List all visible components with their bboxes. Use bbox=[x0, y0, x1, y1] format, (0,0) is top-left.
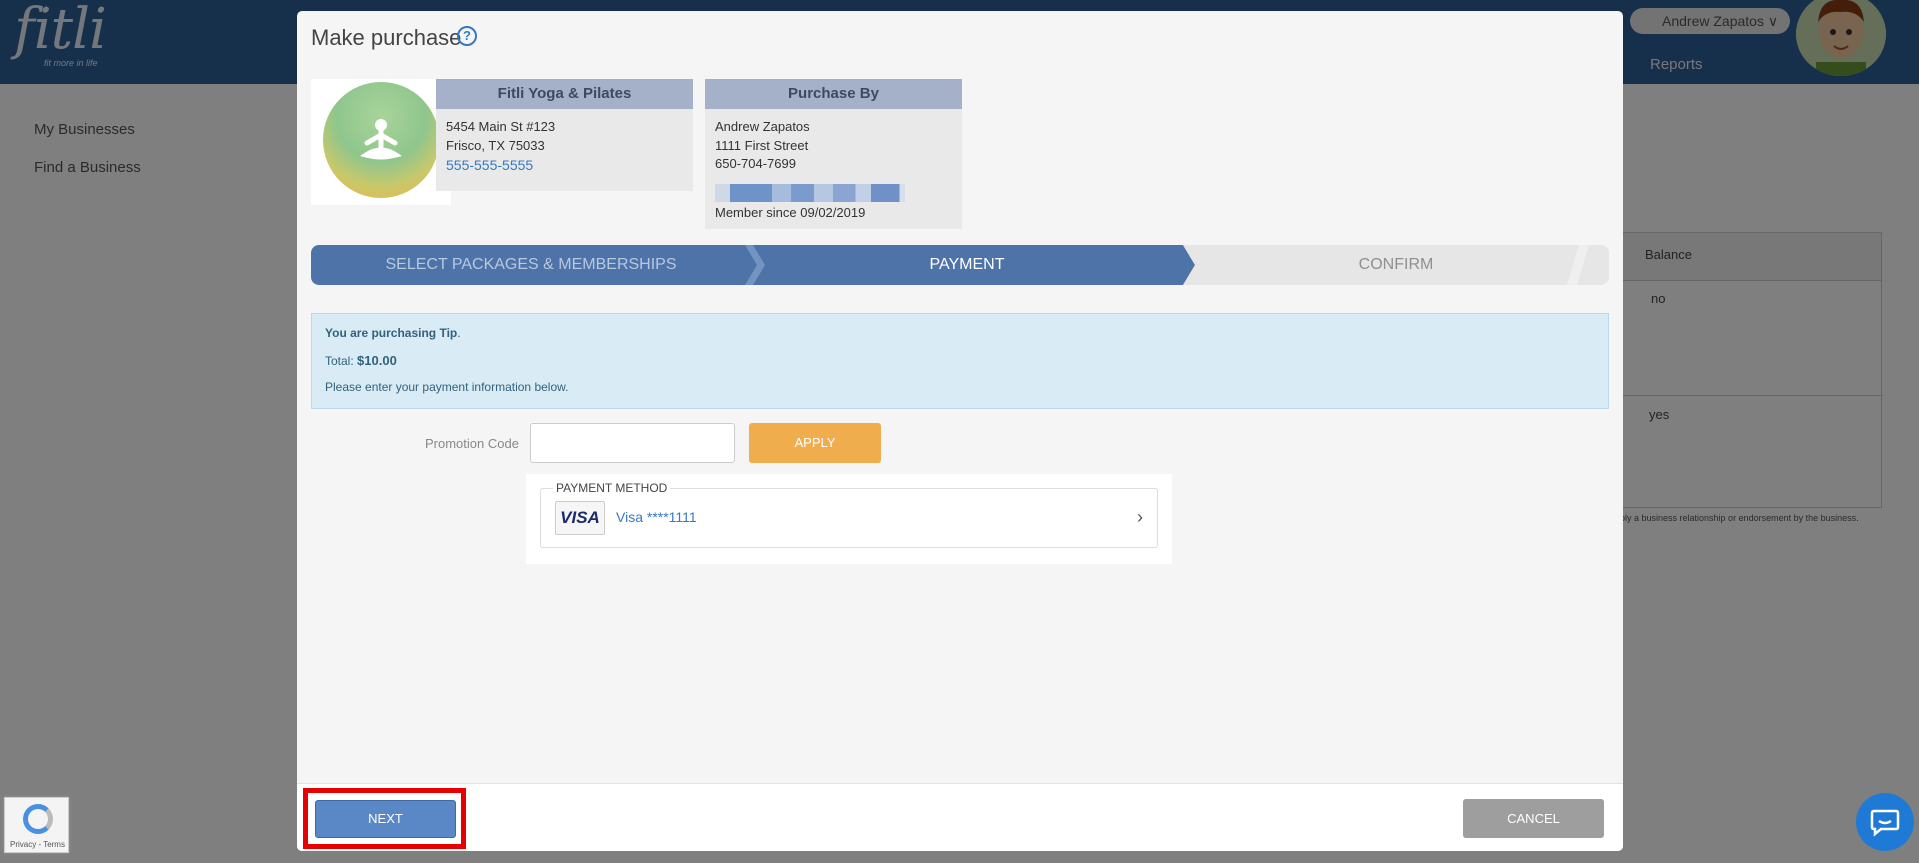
business-address-1: 5454 Main St #123 bbox=[446, 119, 556, 134]
purchasing-prefix: You are purchasing bbox=[325, 326, 437, 340]
total-value: $10.00 bbox=[357, 353, 397, 368]
purchaser-name: Andrew Zapatos bbox=[715, 119, 810, 134]
help-icon[interactable]: ? bbox=[457, 26, 477, 46]
purchase-item: Tip bbox=[439, 326, 458, 340]
cancel-button[interactable]: CANCEL bbox=[1463, 799, 1604, 838]
recaptcha-badge[interactable]: Privacy - Terms bbox=[4, 797, 69, 853]
total-label: Total: bbox=[325, 354, 354, 368]
promo-code-input[interactable] bbox=[530, 423, 735, 463]
make-purchase-modal: Make purchase ? Fitli Yoga & Pilates 545… bbox=[297, 11, 1623, 851]
payment-method-panel: PAYMENT METHOD VISA Visa ****1111 › bbox=[526, 474, 1172, 564]
apply-button[interactable]: APPLY bbox=[749, 423, 881, 463]
purchaser-street: 1111 First Street bbox=[715, 138, 809, 153]
chevron-right-icon[interactable]: › bbox=[1137, 507, 1143, 528]
chat-button[interactable] bbox=[1856, 793, 1914, 851]
promo-code-label: Promotion Code bbox=[425, 436, 519, 451]
card-label: Visa ****1111 bbox=[616, 509, 697, 525]
business-name: Fitli Yoga & Pilates bbox=[436, 79, 693, 109]
purchaser-phone: 650-704-7699 bbox=[715, 156, 796, 171]
business-address-2: Frisco, TX 75033 bbox=[446, 138, 545, 153]
modal-footer: NEXT CANCEL bbox=[297, 783, 1623, 851]
checkout-steps: SELECT PACKAGES & MEMBERSHIPS PAYMENT CO… bbox=[311, 245, 1609, 285]
yoga-figure-icon bbox=[360, 119, 402, 160]
payment-method-selector[interactable]: PAYMENT METHOD VISA Visa ****1111 › bbox=[540, 481, 1158, 548]
redacted-email bbox=[715, 184, 905, 202]
recaptcha-links[interactable]: Privacy - Terms bbox=[10, 840, 65, 849]
business-card: Fitli Yoga & Pilates 5454 Main St #123 F… bbox=[436, 79, 693, 191]
business-logo bbox=[311, 79, 451, 205]
payment-method-legend: PAYMENT METHOD bbox=[553, 481, 671, 495]
payment-instruction: Please enter your payment information be… bbox=[325, 380, 569, 394]
member-since: Member since 09/02/2019 bbox=[715, 205, 866, 220]
chat-icon bbox=[1870, 809, 1900, 837]
purchase-summary: You are purchasing Tip. Total: $10.00 Pl… bbox=[311, 313, 1609, 409]
next-button[interactable]: NEXT bbox=[315, 800, 456, 838]
step-arrows bbox=[745, 245, 1589, 285]
recaptcha-icon bbox=[23, 804, 53, 834]
purchaser-card: Purchase By Andrew Zapatos 1111 First St… bbox=[705, 79, 962, 229]
purchaser-header: Purchase By bbox=[705, 79, 962, 109]
business-phone-link[interactable]: 555-555-5555 bbox=[446, 157, 533, 173]
modal-title: Make purchase bbox=[311, 25, 462, 50]
visa-card-icon: VISA bbox=[555, 501, 605, 535]
